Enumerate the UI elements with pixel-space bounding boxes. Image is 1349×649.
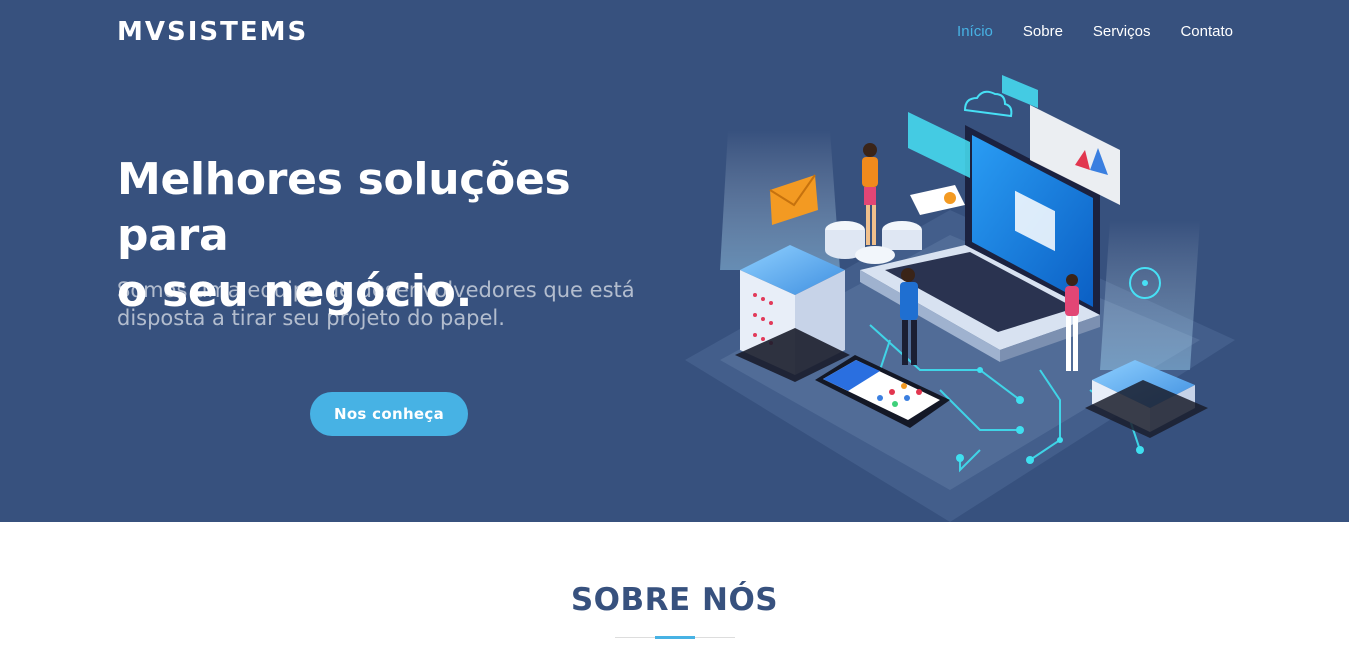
about-section-title: SOBRE NÓS xyxy=(570,582,779,618)
main-nav: Início Sobre Serviços Contato xyxy=(927,22,1233,42)
hero-subheading-line2: disposta a tirar seu projeto do papel. xyxy=(117,306,505,330)
hero-subheading-line1: Somos uma equipe de desenvolvedores que … xyxy=(117,278,635,302)
tech-isometric-illustration xyxy=(685,75,1235,522)
nos-conheca-button[interactable]: Nos conheça xyxy=(310,392,468,436)
site-logo[interactable]: MVSISTEMS xyxy=(117,14,308,50)
nav-link-contato[interactable]: Contato xyxy=(1180,22,1233,42)
nav-link-inicio[interactable]: Início xyxy=(957,22,993,42)
hero-headline-line1: Melhores soluções para xyxy=(117,154,571,261)
hero-section: MVSISTEMS Início Sobre Serviços Contato … xyxy=(0,0,1349,522)
hero-subheading: Somos uma equipe de desenvolvedores que … xyxy=(117,276,677,332)
title-divider-accent xyxy=(655,636,695,639)
nav-link-servicos[interactable]: Serviços xyxy=(1093,22,1151,42)
nav-link-sobre[interactable]: Sobre xyxy=(1023,22,1063,42)
